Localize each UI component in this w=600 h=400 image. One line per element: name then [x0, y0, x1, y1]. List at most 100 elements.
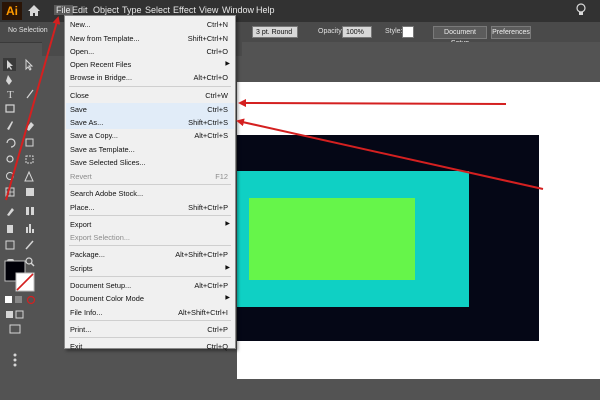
stroke-profile-select[interactable]: 3 pt. Round	[252, 26, 298, 38]
file-menu-item-save-as-template[interactable]: Save as Template...	[66, 143, 234, 156]
free-transform-tool-icon[interactable]	[25, 155, 34, 164]
menu-item-shortcut: Ctrl+Q	[206, 342, 228, 351]
file-menu-dropdown: New... Ctrl+N New from Template... Shift+Ct…	[64, 15, 236, 351]
file-menu-item-file-info[interactable]: File Info... Alt+Shift+Ctrl+I	[66, 306, 234, 319]
file-menu-item-document-color-mode[interactable]: Document Color Mode ▶	[66, 292, 234, 305]
menu-item-shortcut: Ctrl+W	[205, 91, 228, 100]
stroke-color-swatch[interactable]	[15, 272, 35, 292]
preferences-button[interactable]: Preferences	[491, 26, 531, 39]
menu-item-label: Open...	[70, 47, 95, 56]
svg-text:T: T	[7, 89, 14, 101]
menu-window[interactable]: Window	[222, 5, 254, 15]
file-menu-item-close[interactable]: Close Ctrl+W	[66, 89, 234, 102]
menu-item-shortcut: Alt+Ctrl+O	[193, 73, 229, 82]
menu-item-shortcut: Ctrl+O	[206, 47, 228, 56]
menu-separator	[69, 276, 231, 277]
symbol-sprayer-tool-icon[interactable]	[7, 225, 13, 233]
menu-item-label: Print...	[70, 325, 92, 334]
file-menu-item-save-a-copy[interactable]: Save a Copy... Alt+Ctrl+S	[66, 129, 234, 142]
eraser-tool-icon[interactable]	[26, 122, 34, 131]
menu-help[interactable]: Help	[256, 5, 275, 15]
pen-tool-icon[interactable]	[6, 75, 12, 85]
gradient-tool-icon[interactable]	[26, 188, 34, 196]
scale-tool-icon[interactable]	[25, 138, 34, 147]
file-menu-item-place[interactable]: Place... Shift+Ctrl+P	[66, 201, 234, 214]
selection-tool-icon[interactable]	[3, 58, 16, 71]
submenu-arrow-icon: ▶	[225, 61, 230, 67]
file-menu-item-open-recent-files[interactable]: Open Recent Files ▶	[66, 58, 234, 71]
menu-edit[interactable]: Edit	[72, 5, 88, 15]
file-menu-item-search-adobe-stock[interactable]: Search Adobe Stock...	[66, 187, 234, 200]
menu-item-label: Package...	[70, 250, 105, 259]
file-menu-item-scripts[interactable]: Scripts ▶	[66, 262, 234, 275]
opacity-label: Opacity:	[318, 28, 344, 35]
file-menu-item-new-from-template[interactable]: New from Template... Shift+Ctrl+N	[66, 32, 234, 45]
style-label: Style:	[385, 28, 403, 35]
blend-tool-icon[interactable]	[26, 207, 34, 215]
menu-item-label: Scripts	[70, 264, 93, 273]
menu-select[interactable]: Select	[145, 5, 170, 15]
menu-type[interactable]: Type	[122, 5, 142, 15]
slice-tool-icon[interactable]	[25, 240, 34, 250]
submenu-arrow-icon: ▶	[225, 221, 230, 227]
style-swatch[interactable]	[402, 26, 414, 38]
menu-item-label: Export	[70, 220, 92, 229]
menu-object[interactable]: Object	[93, 5, 119, 15]
file-menu-item-save-as[interactable]: Save As... Shift+Ctrl+S	[66, 116, 234, 129]
opacity-field[interactable]: 100%	[342, 26, 372, 38]
menu-item-label: Save as Template...	[70, 145, 135, 154]
home-icon[interactable]	[27, 4, 41, 17]
file-menu-item-open[interactable]: Open... Ctrl+O	[66, 45, 234, 58]
file-menu-item-export[interactable]: Export ▶	[66, 218, 234, 231]
file-menu-item-package[interactable]: Package... Alt+Shift+Ctrl+P	[66, 248, 234, 261]
app-logo: Ai	[2, 2, 22, 20]
document-setup-button[interactable]: Document Setup	[433, 26, 487, 47]
file-menu-item-document-setup[interactable]: Document Setup... Alt+Ctrl+P	[66, 279, 234, 292]
perspective-tool-icon[interactable]	[24, 170, 34, 182]
menu-item-label: Exit	[70, 342, 83, 351]
menu-item-label: Save	[70, 105, 87, 114]
graph-tool-icon[interactable]	[26, 224, 34, 233]
zoom-tool-icon[interactable]	[25, 257, 35, 267]
artboard-tool-icon[interactable]	[5, 240, 15, 250]
menu-item-label: Revert	[70, 172, 92, 181]
menu-item-label: Search Adobe Stock...	[70, 189, 144, 198]
green-rectangle[interactable]	[249, 198, 415, 280]
file-menu-item-browse-in-bridge[interactable]: Browse in Bridge... Alt+Ctrl+O	[66, 71, 234, 84]
menu-item-label: Save Selected Slices...	[70, 158, 146, 167]
menu-item-label: Close	[70, 91, 89, 100]
warp-tool-icon[interactable]	[6, 155, 14, 163]
drawing-mode-buttons[interactable]	[6, 310, 24, 367]
menu-item-shortcut: Alt+Ctrl+P	[194, 281, 228, 290]
file-menu-item-save-selected-slices[interactable]: Save Selected Slices...	[66, 156, 234, 169]
line-tool-icon[interactable]	[26, 89, 34, 99]
file-menu-item-export-selection: Export Selection...	[66, 231, 234, 244]
mesh-tool-icon[interactable]	[5, 187, 15, 197]
file-menu-item-print[interactable]: Print... Ctrl+P	[66, 323, 234, 336]
file-menu-item-new[interactable]: New... Ctrl+N	[66, 18, 234, 31]
shape-builder-tool-icon[interactable]	[6, 172, 14, 180]
menu-view[interactable]: View	[199, 5, 218, 15]
eyedropper-tool-icon[interactable]	[7, 208, 14, 216]
menu-separator	[69, 245, 231, 246]
menu-item-label: Save a Copy...	[70, 131, 118, 140]
menu-item-shortcut: Ctrl+P	[207, 325, 228, 334]
menu-effect[interactable]: Effect	[173, 5, 196, 15]
tools-panel: T	[0, 55, 42, 400]
color-mode-buttons[interactable]	[5, 295, 36, 305]
rectangle-tool-icon[interactable]	[5, 104, 15, 113]
lightbulb-icon[interactable]	[576, 3, 586, 17]
rotate-tool-icon[interactable]	[6, 138, 16, 148]
menu-file[interactable]: File	[54, 5, 73, 15]
file-menu-item-save[interactable]: Save Ctrl+S	[66, 103, 234, 116]
direct-selection-tool-icon[interactable]	[25, 58, 34, 71]
submenu-arrow-icon: ▶	[225, 265, 230, 271]
menu-item-label: Document Setup...	[70, 281, 132, 290]
type-tool-icon[interactable]: T	[7, 89, 14, 101]
menu-item-shortcut: Shift+Ctrl+N	[187, 34, 228, 43]
menu-item-shortcut: Shift+Ctrl+P	[188, 203, 228, 212]
paintbrush-tool-icon[interactable]	[7, 121, 13, 130]
file-menu-item-revert: Revert F12	[66, 170, 234, 183]
file-menu-item-exit[interactable]: Exit Ctrl+Q	[66, 340, 234, 353]
menu-separator	[69, 184, 231, 185]
